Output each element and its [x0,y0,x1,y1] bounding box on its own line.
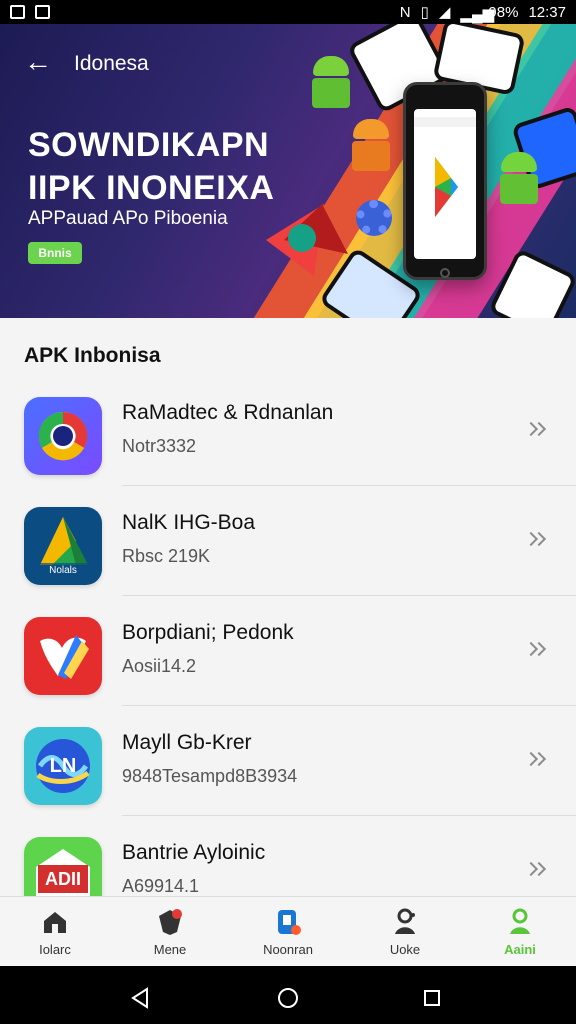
nav-label: Noonran [263,942,313,957]
status-left [10,5,50,19]
triangle-logo-icon: Nolals [24,507,102,585]
nav-item-noonran[interactable]: Noonran [233,897,343,967]
hero-phone-screen [414,109,476,259]
signal-icon: ▂▄▆ [460,6,495,23]
nfc-icon: N [399,3,411,21]
app-meta: Aosii14.2 [122,656,197,676]
nav-label: Uoke [389,942,421,957]
hero-badge-button[interactable]: Bnnis [28,242,82,264]
nav-item-uoke[interactable]: Uoke [350,897,460,967]
svg-text:Nolals: Nolals [49,565,77,576]
green-robot-right-icon [496,152,542,210]
hero-banner: ← Idonesa SOWNDIKAPN IIPK INONEIXA APPau… [0,24,576,318]
app-name: NalK IHG-Boa [122,511,256,534]
red-logo-icon [24,617,102,695]
nav-item-mene[interactable]: Mene [115,897,225,967]
hero-subtitle: APPauad APo Piboenia [28,208,228,229]
chevron-right-icon[interactable] [523,856,550,884]
chevron-right-icon[interactable] [523,526,550,554]
app-meta: A69914.1 [122,876,200,896]
app-name: Mayll Gb-Krer [122,731,252,754]
app-meta: 9848Tesampd8B3934 [122,766,298,786]
app-meta: Rbsc 219K [122,546,211,566]
status-bar: N ▯ ◢ ▂▄▆ 98% 12:37 [0,0,576,24]
back-button[interactable]: ← [24,48,54,76]
app-name: Bantrie Ayloinic [122,841,266,864]
app-list-item[interactable]: Nolals NalK IHG-Boa Rbsc 219K [0,486,576,596]
status-right: N ▯ ◢ ▂▄▆ 98% 12:37 [399,3,566,24]
app-list-item[interactable]: Borpdiani; Pedonk Aosii14.2 [0,596,576,706]
globe-icon: LN [24,727,102,805]
app-name: Borpdiani; Pedonk [122,621,294,644]
orange-android-robot-icon [348,119,394,177]
app-list-item[interactable]: LN Mayll Gb-Krer 9848Tesampd8B3934 [0,706,576,816]
chevron-right-icon[interactable] [523,416,550,444]
person-icon [510,908,530,934]
red-geometric-shape-icon [266,204,348,276]
nav-label: Mene [153,942,187,957]
hero-headline-line-2: IIPK INONEIXA [28,169,275,207]
app-list: RaMadtec & Rdnanlan Notr3332 Nolals NalK… [0,376,576,896]
nav-item-aaini[interactable]: Aaini [465,897,575,967]
chrome-icon [24,397,102,475]
document-icon [278,910,301,935]
hero-phone-home-button [440,268,450,278]
system-navigation [0,966,576,1024]
page-title: Idonesa [74,52,149,75]
chevron-right-icon[interactable] [523,636,550,664]
hero-headline: SOWNDIKAPN IIPK INONEIXA [28,124,274,210]
notification-image-icon [10,5,25,19]
hero-play-logo-icon [414,117,476,217]
shield-icon [159,909,182,935]
section-title: APK Inbonisa [24,344,161,367]
back-icon[interactable] [128,986,152,1010]
recents-icon[interactable] [420,986,444,1010]
vibrate-icon: ▯ [420,4,429,21]
hero-main-phone [403,82,487,280]
hero-headline-line-1: SOWNDIKAPN [28,126,270,164]
chevron-right-icon[interactable] [523,746,550,774]
notification-document-icon [35,5,50,19]
person-add-icon [395,908,415,934]
blue-gear-icon [356,200,392,236]
app-list-item[interactable]: RaMadtec & Rdnanlan Notr3332 [0,376,576,486]
app-meta: Notr3332 [122,436,197,456]
bottom-navigation: Iolarc Mene Noonran Uoke Aaini [0,896,576,966]
battery-level: 98% [488,3,519,21]
home-icon [44,912,66,933]
home-circle-icon[interactable] [276,986,300,1010]
status-time: 12:37 [528,3,566,21]
app-list-item[interactable]: ADII Bantrie Ayloinic A69914.1 [0,816,576,896]
svg-text:LN: LN [50,755,77,777]
adi-icon: ADII [24,837,102,896]
nav-label: Iolarc [39,942,71,957]
green-android-robot-icon [308,56,354,114]
nav-label: Aaini [504,942,536,957]
nav-item-home[interactable]: Iolarc [0,897,110,967]
app-name: RaMadtec & Rdnanlan [122,401,334,424]
wifi-icon: ◢ [438,4,451,21]
svg-text:ADII: ADII [45,869,81,889]
